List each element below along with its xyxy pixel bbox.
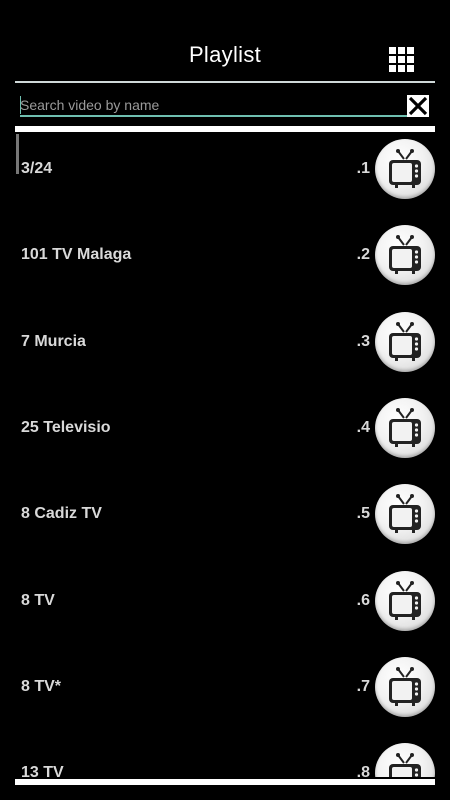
channel-index: .8: [356, 764, 370, 777]
channel-index: .3: [356, 332, 370, 350]
list-item[interactable]: 8 TV .6: [0, 564, 450, 650]
list-item[interactable]: 7 Murcia .3: [0, 305, 450, 391]
list-item[interactable]: 8 TV* .7: [0, 650, 450, 736]
tv-icon[interactable]: [375, 570, 435, 631]
channel-name: 8 Cadiz TV: [21, 505, 102, 523]
grid-cell: [407, 65, 414, 72]
list-item[interactable]: 101 TV Malaga .2: [0, 218, 450, 304]
list-item[interactable]: 13 TV .8: [0, 736, 450, 777]
tv-icon[interactable]: [375, 656, 435, 717]
channel-name: 8 TV*: [21, 677, 62, 695]
channel-index: .5: [356, 505, 370, 523]
grid-cell: [389, 56, 396, 63]
clear-x-icon[interactable]: [407, 95, 429, 117]
tv-icon[interactable]: [375, 311, 435, 372]
grid-cell: [407, 56, 414, 63]
channel-name: 8 TV: [21, 591, 55, 609]
channel-name: 13 TV: [21, 764, 64, 777]
grid-cell: [389, 47, 396, 54]
grid-cell: [407, 47, 414, 54]
tv-icon[interactable]: [375, 743, 435, 777]
search-bar: [20, 95, 410, 117]
channel-name: 7 Murcia: [21, 332, 86, 350]
channel-index: .6: [356, 591, 370, 609]
list-item[interactable]: 25 Televisio .4: [0, 391, 450, 477]
header: Playlist: [0, 0, 450, 83]
channel-index: .1: [356, 160, 370, 177]
scrollbar[interactable]: [16, 134, 19, 174]
grid-cell: [398, 56, 405, 63]
tv-icon[interactable]: [375, 484, 435, 545]
tv-icon[interactable]: [375, 225, 435, 286]
text-cursor: [20, 96, 21, 114]
grid-cell: [389, 65, 396, 72]
channel-list[interactable]: 3/24 .1 101 TV Malaga .2 7 Murcia .3 25 Tel…: [0, 132, 450, 777]
channel-name: 3/24: [21, 160, 53, 177]
page-title: Playlist: [188, 42, 262, 67]
list-item[interactable]: 8 Cadiz TV .5: [0, 477, 450, 563]
channel-index: .7: [356, 677, 370, 695]
channel-name: 25 Televisio: [21, 418, 111, 436]
search-input[interactable]: [20, 95, 410, 117]
channel-index: .2: [356, 246, 370, 264]
list-item[interactable]: 3/24 .1: [0, 132, 450, 218]
playlist-screen: Playlist 3/24 .1 101 TV Malaga .2: [0, 0, 450, 800]
list-bottom-divider: [15, 779, 435, 785]
tv-icon[interactable]: [375, 397, 435, 458]
grid-view-icon[interactable]: [389, 47, 415, 73]
grid-cell: [398, 47, 405, 54]
tv-icon[interactable]: [375, 139, 435, 199]
channel-name: 101 TV Malaga: [21, 246, 132, 264]
header-divider: [15, 81, 435, 83]
channel-index: .4: [356, 418, 370, 436]
grid-cell: [398, 65, 405, 72]
